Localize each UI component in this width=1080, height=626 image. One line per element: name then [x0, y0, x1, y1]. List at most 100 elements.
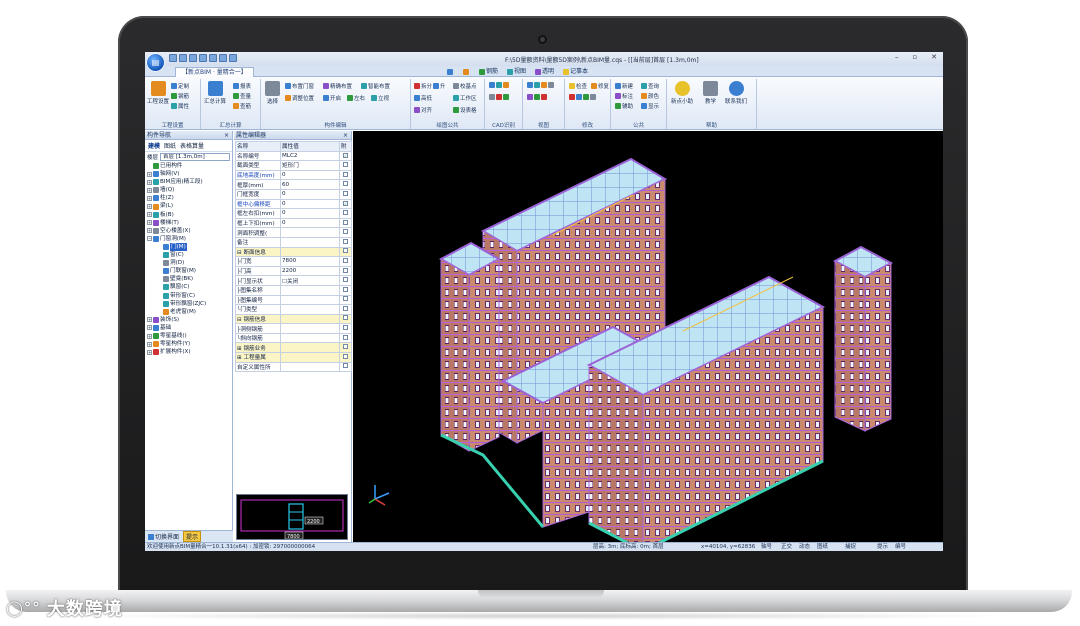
expand-toggle-icon[interactable]: + [147, 212, 152, 218]
tree-item[interactable]: + 零星基线() [147, 332, 232, 340]
property-value[interactable] [280, 332, 340, 344]
app-menu-orb-icon[interactable]: ▤ [146, 53, 165, 72]
tree-item[interactable]: 壁龛(BK) [147, 275, 232, 283]
tree-item[interactable]: + 零星构件(Y) [147, 340, 232, 348]
align-button[interactable]: 对齐 [414, 106, 432, 114]
property-row[interactable]: └斜向钢筋 [235, 332, 352, 344]
property-value[interactable] [280, 246, 340, 258]
maximize-button[interactable]: ▫ [912, 53, 917, 61]
expand-toggle-icon[interactable]: + [147, 228, 152, 234]
property-value[interactable]: 0 [280, 217, 340, 229]
tree-item[interactable]: − 门窗洞(M) [147, 235, 232, 243]
tree-item[interactable]: + 基础 [147, 324, 232, 332]
shortcut-zoom[interactable] [445, 67, 456, 76]
color-button[interactable]: 颜色 [641, 92, 659, 100]
attach-checkbox[interactable] [339, 208, 352, 219]
minimize-button[interactable]: – [895, 53, 899, 61]
property-row[interactable]: 框厚(mm) 60 [235, 179, 352, 190]
open-file-icon[interactable] [179, 54, 187, 62]
property-value[interactable]: ☐关闭 [280, 275, 340, 286]
assistant-button[interactable]: 新点小助 [671, 81, 693, 105]
property-value[interactable] [280, 352, 340, 363]
tab-drawings[interactable]: 图纸 [164, 141, 176, 150]
property-row[interactable]: ├图集名称 [235, 284, 352, 296]
smart-place-button[interactable]: 智能布置 [361, 82, 390, 90]
custom-button[interactable]: 定制 [171, 82, 189, 90]
attach-checkbox[interactable] [339, 169, 352, 181]
attach-checkbox[interactable] [339, 256, 352, 267]
attach-checkbox[interactable] [339, 217, 352, 229]
close-button[interactable]: ✕ [931, 53, 937, 61]
property-value[interactable] [280, 361, 340, 373]
check-quantity-button[interactable]: 查量 [233, 92, 251, 100]
tree-item[interactable]: 老虎窗(M) [147, 308, 232, 316]
property-value[interactable] [280, 313, 340, 325]
print-icon[interactable] [199, 54, 207, 62]
shortcut-rebar[interactable]: 钢筋 [477, 67, 500, 76]
property-row[interactable]: 框中心偏移距 0 ✓ [235, 198, 352, 210]
attach-checkbox[interactable] [339, 227, 352, 238]
tree-item[interactable]: + 板(B) [147, 211, 232, 219]
attach-checkbox[interactable] [339, 313, 352, 325]
tree-item[interactable]: + 墙(Q) [147, 186, 232, 194]
property-value[interactable]: 0 [280, 198, 340, 210]
tree-item[interactable]: 飘窗(C) [147, 283, 232, 291]
elevation-button[interactable]: 立视 [371, 94, 389, 102]
close-icon[interactable]: × [224, 131, 229, 140]
expand-toggle-icon[interactable]: + [147, 317, 152, 323]
snap-tips-toggle[interactable]: 提示 [877, 543, 888, 551]
close-icon[interactable]: × [343, 131, 348, 140]
property-row[interactable]: ├门显示状 ☐关闭 [235, 275, 352, 286]
property-row[interactable]: 底地高度(mm) 0 [235, 169, 352, 181]
property-row[interactable]: 框上下扣(mm) 0 [235, 217, 352, 229]
floor-dropdown[interactable]: 首层 [1.3m,0m] [160, 153, 230, 161]
expand-toggle-icon[interactable]: + [147, 171, 152, 177]
properties-button[interactable]: 属性 [171, 102, 189, 110]
contact-button[interactable]: 联系我们 [725, 81, 747, 105]
rebar-settings-button[interactable]: 钢筋 [171, 92, 189, 100]
table-setting-button[interactable]: 设表格 [453, 106, 477, 114]
tree-item[interactable]: + 装饰(S) [147, 316, 232, 324]
adjust-position-button[interactable]: 调整位置 [285, 94, 314, 102]
attach-checkbox[interactable] [339, 352, 352, 363]
expand-toggle-icon[interactable]: + [147, 341, 152, 347]
tab-modeling[interactable]: 建模 [148, 141, 160, 150]
property-row[interactable]: 名称编号 MLC2 ✓ [235, 150, 352, 162]
expand-toggle-icon[interactable]: + [147, 333, 152, 339]
shortcut-view[interactable]: 视图 [505, 67, 528, 76]
view-3d-button[interactable] [527, 82, 554, 88]
raise-button[interactable]: 升 [433, 82, 446, 90]
snap-axis-toggle[interactable]: 轴号 [761, 543, 772, 551]
annotate-button[interactable]: 标注 [615, 92, 633, 100]
left-right-button[interactable]: 左右 [347, 94, 365, 102]
tree-item[interactable]: 带形窗(C) [147, 292, 232, 300]
check-rebar-button[interactable]: 查筋 [233, 102, 251, 110]
attach-checkbox[interactable] [339, 179, 352, 190]
check-button[interactable]: 检查 [569, 82, 587, 90]
property-value[interactable] [280, 294, 340, 306]
attach-checkbox[interactable] [339, 236, 352, 248]
property-row[interactable]: 自定义属性所 [235, 361, 352, 373]
assist-button[interactable]: 辅助 [615, 102, 633, 110]
snap-drawing-toggle[interactable]: 图纸 [817, 543, 828, 551]
property-value[interactable]: 矩形门 [280, 160, 340, 171]
new-button[interactable]: 新建 [615, 82, 633, 90]
property-value[interactable] [280, 304, 340, 315]
tree-item[interactable]: + 楼梯(T) [147, 219, 232, 227]
height-button[interactable]: 高低 [414, 94, 432, 102]
property-value[interactable]: 2200 [280, 265, 340, 277]
property-value[interactable]: MLC2 [280, 150, 340, 162]
property-value[interactable]: 60 [280, 179, 340, 190]
property-row[interactable]: ├门宽 7800 [235, 256, 352, 267]
attach-checkbox[interactable] [339, 275, 352, 286]
repair-button[interactable]: 修复 [591, 82, 609, 90]
report-button[interactable]: 报表 [233, 82, 251, 90]
attach-checkbox[interactable] [339, 332, 352, 344]
property-row[interactable]: 备注 [235, 236, 352, 248]
tab-table-quantity[interactable]: 表格算量 [180, 141, 204, 150]
property-row[interactable]: 截面类型 矩形门 [235, 160, 352, 171]
tree-item[interactable]: + BIM应用(精工段) [147, 178, 232, 186]
expand-toggle-icon[interactable]: + [147, 179, 152, 185]
property-value[interactable]: 0 [280, 188, 340, 200]
tree-item[interactable]: + 轴网(V) [147, 170, 232, 178]
